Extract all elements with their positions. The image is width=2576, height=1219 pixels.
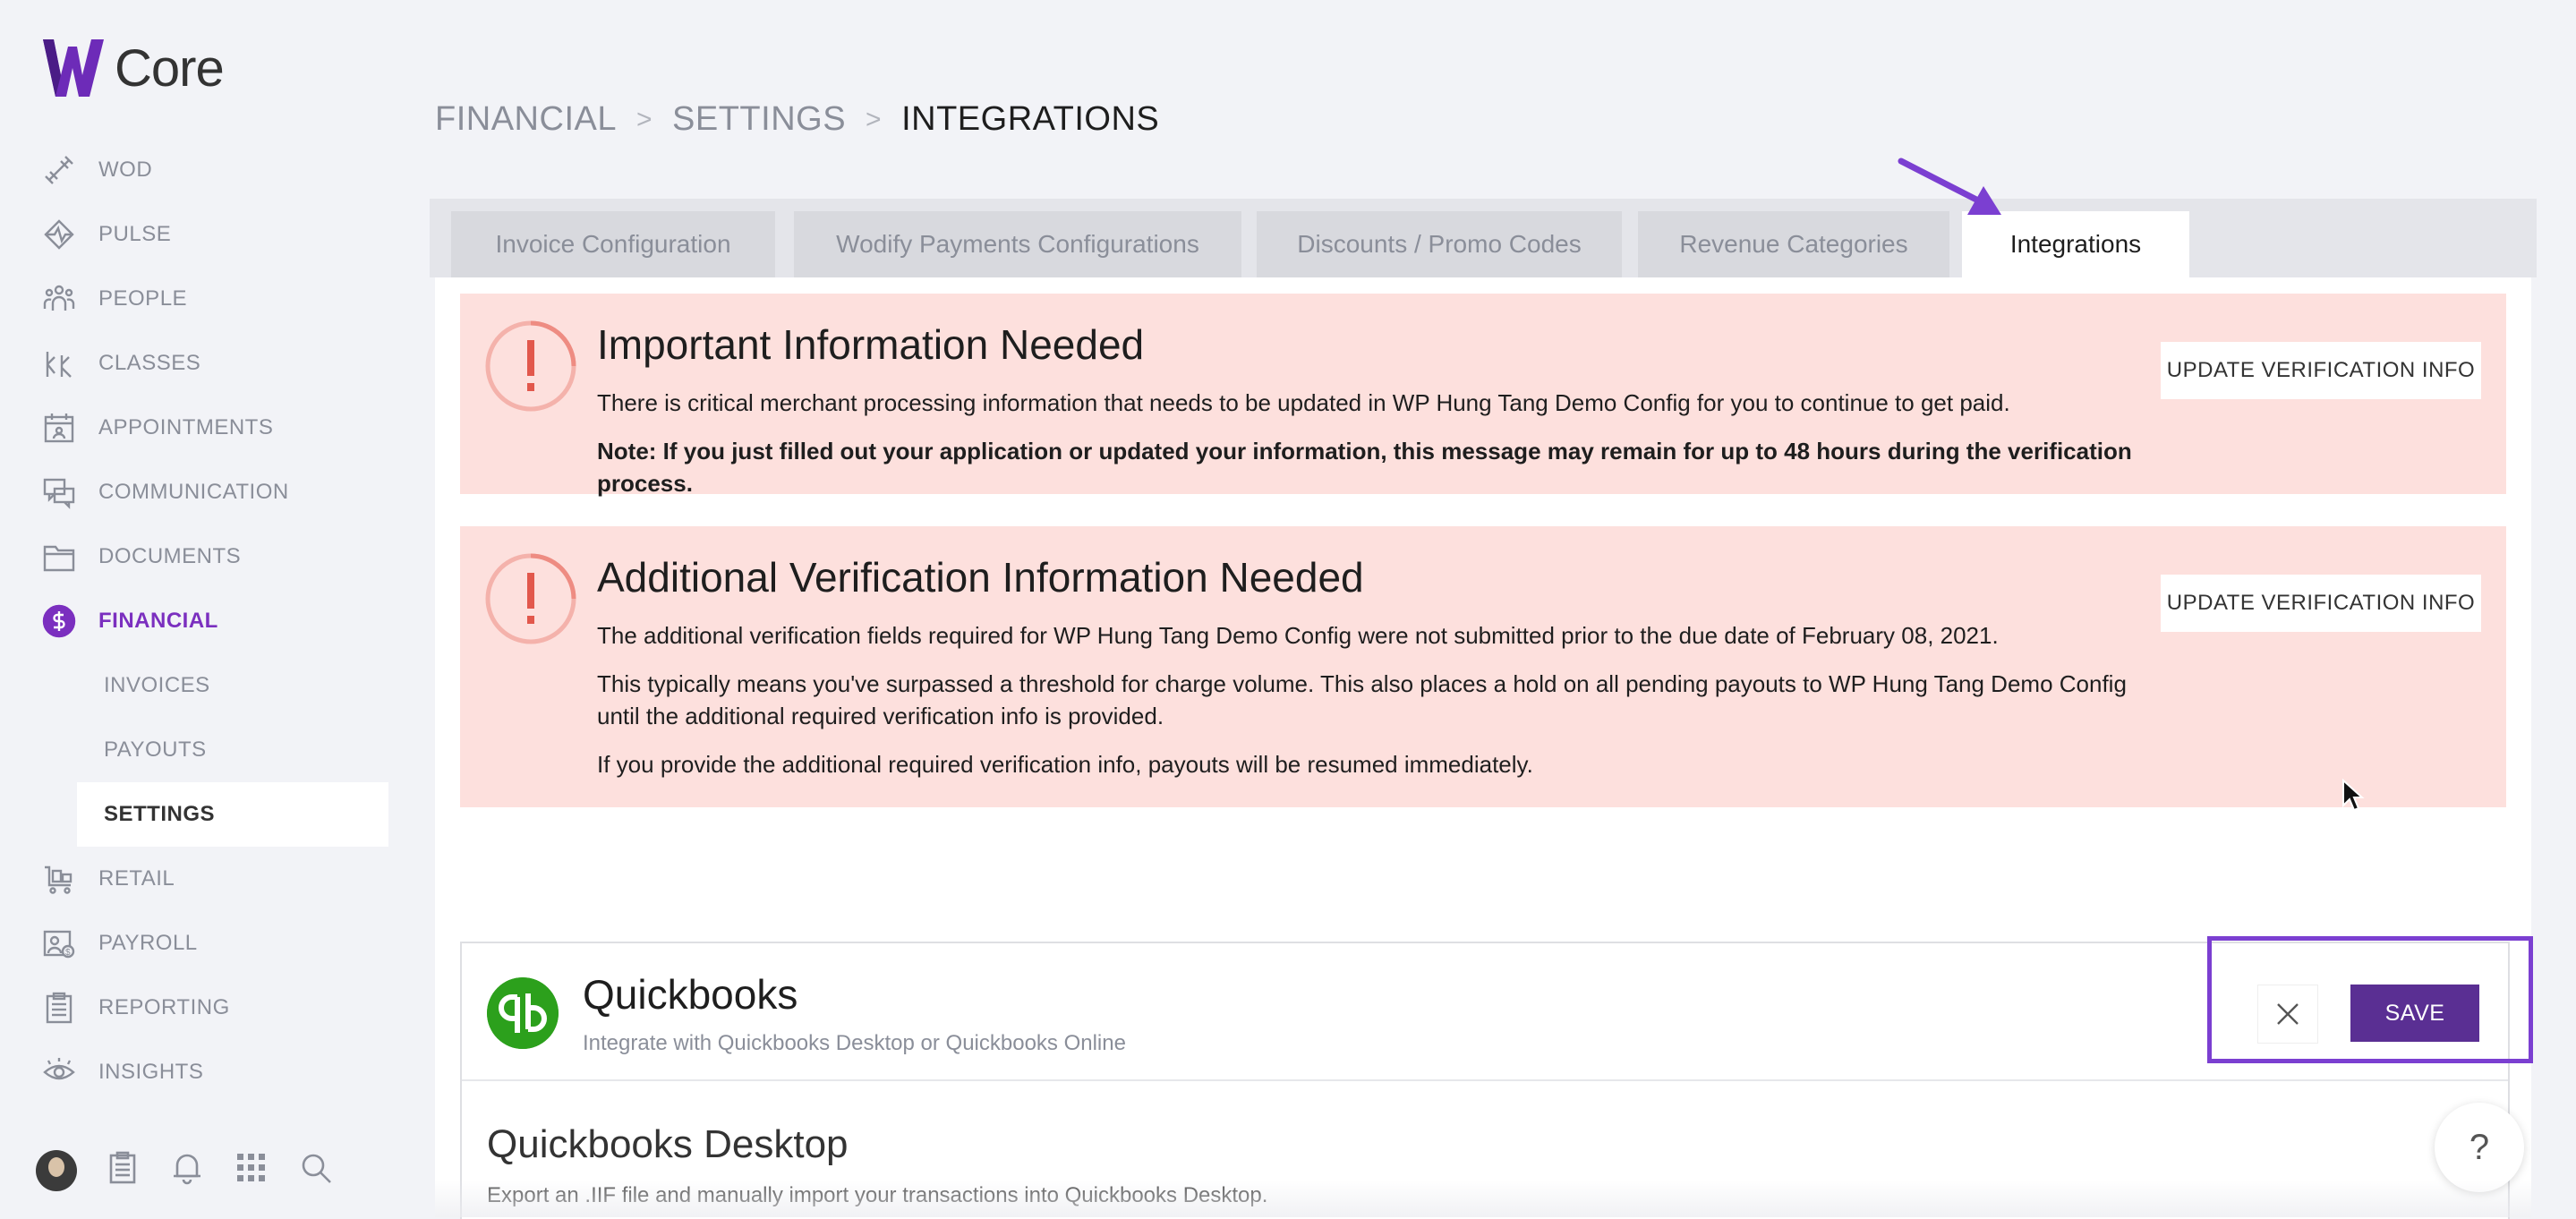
- sidebar-nav: WOD PULSE PEOPLE CLASSES APPOINTMENTS CO…: [0, 138, 421, 1104]
- alert-note: Note: If you just filled out your applic…: [597, 438, 2132, 497]
- svg-text:$: $: [65, 948, 71, 958]
- sidebar-item-label: RETAIL: [98, 866, 175, 891]
- quickbooks-title: Quickbooks: [583, 971, 798, 1018]
- annotation-arrow-icon: [1898, 158, 2001, 215]
- wodify-logo-icon: [43, 39, 104, 97]
- app-logo-text: Core: [115, 38, 225, 98]
- dumbbell-icon: [41, 152, 77, 188]
- breadcrumb-settings[interactable]: SETTINGS: [672, 100, 846, 139]
- clipboard-icon: [41, 990, 77, 1026]
- alert-title: Important Information Needed: [597, 321, 1145, 368]
- sidebar-item-insights[interactable]: INSIGHTS: [0, 1040, 421, 1104]
- search-icon[interactable]: [297, 1149, 335, 1191]
- sidebar-item-wod[interactable]: WOD: [0, 138, 421, 202]
- sidebar-item-label: REPORTING: [98, 995, 230, 1019]
- chat-icon: [41, 474, 77, 510]
- alert-exclamation-icon: [485, 320, 576, 412]
- quickbooks-header: Quickbooks Integrate with Quickbooks Des…: [462, 943, 2508, 1081]
- sidebar-item-label: INSIGHTS: [98, 1060, 204, 1084]
- classes-icon: [41, 345, 77, 381]
- breadcrumb-integrations: INTEGRATIONS: [901, 100, 1160, 138]
- sidebar-subitem-settings[interactable]: SETTINGS: [77, 782, 388, 847]
- chevron-right-icon: >: [866, 104, 883, 134]
- sidebar: Core WOD PULSE PEOPLE CLASSES APPOINTMEN…: [0, 0, 421, 1217]
- alert-text: There is critical merchant processing in…: [597, 389, 2010, 416]
- sidebar-item-label: DOCUMENTS: [98, 544, 242, 568]
- tab-discounts-promo-codes[interactable]: Discounts / Promo Codes: [1257, 211, 1622, 277]
- sidebar-item-pulse[interactable]: PULSE: [0, 202, 421, 267]
- sidebar-item-appointments[interactable]: APPOINTMENTS: [0, 396, 421, 460]
- alert-text-2: This typically means you've surpassed a …: [597, 670, 2127, 729]
- sidebar-item-label: APPOINTMENTS: [98, 415, 274, 439]
- sidebar-item-label: WOD: [98, 158, 153, 182]
- sidebar-item-reporting[interactable]: REPORTING: [0, 976, 421, 1040]
- update-verification-info-button[interactable]: UPDATE VERIFICATION INFO: [2161, 342, 2481, 399]
- sidebar-item-financial[interactable]: FINANCIAL: [0, 589, 421, 653]
- app-logo[interactable]: Core: [41, 32, 225, 104]
- tab-wodify-payments-configurations[interactable]: Wodify Payments Configurations: [794, 211, 1241, 277]
- sidebar-item-payroll[interactable]: $ PAYROLL: [0, 911, 421, 976]
- mouse-cursor-icon: [2342, 779, 2365, 812]
- alert-important-info: Important Information Needed There is cr…: [460, 294, 2506, 497]
- avatar[interactable]: [36, 1149, 77, 1191]
- sidebar-item-label: CLASSES: [98, 351, 201, 375]
- quickbooks-subtitle: Integrate with Quickbooks Desktop or Qui…: [583, 1031, 1126, 1055]
- dollar-icon: [41, 603, 77, 639]
- sidebar-item-documents[interactable]: DOCUMENTS: [0, 524, 421, 589]
- calendar-icon: [41, 410, 77, 446]
- grid-icon[interactable]: [233, 1149, 270, 1191]
- help-button[interactable]: ?: [2435, 1103, 2524, 1192]
- alert-additional-verification: Additional Verification Information Need…: [460, 526, 2506, 807]
- sidebar-item-label: PULSE: [98, 222, 172, 246]
- pulse-icon: [41, 217, 77, 252]
- sidebar-subitem-payouts[interactable]: PAYOUTS: [0, 718, 421, 782]
- update-verification-info-button[interactable]: UPDATE VERIFICATION INFO: [2161, 575, 2481, 632]
- alert-title: Additional Verification Information Need…: [597, 554, 1364, 601]
- alert-text-1: The additional verification fields requi…: [597, 622, 1999, 649]
- alert-exclamation-icon: [485, 553, 576, 644]
- breadcrumb: FINANCIAL > SETTINGS > INTEGRATIONS: [435, 100, 1159, 139]
- sidebar-item-label: PAYROLL: [98, 931, 198, 955]
- people-icon: [41, 281, 77, 317]
- quickbooks-logo-icon: [487, 977, 559, 1049]
- annotation-highlight-box: [2207, 936, 2533, 1063]
- eye-icon: [41, 1054, 77, 1090]
- quickbooks-desktop-title: Quickbooks Desktop: [487, 1122, 849, 1166]
- bell-icon[interactable]: [168, 1149, 206, 1191]
- clipboard-icon[interactable]: [104, 1149, 141, 1191]
- chevron-right-icon: >: [635, 104, 653, 134]
- tab-invoice-configuration[interactable]: Invoice Configuration: [451, 211, 775, 277]
- sidebar-item-label: COMMUNICATION: [98, 480, 289, 504]
- sidebar-item-retail[interactable]: RETAIL: [0, 847, 421, 911]
- cart-icon: [41, 861, 77, 897]
- quickbooks-card: Quickbooks Integrate with Quickbooks Des…: [460, 942, 2510, 1219]
- sidebar-item-label: FINANCIAL: [98, 609, 218, 633]
- sidebar-item-classes[interactable]: CLASSES: [0, 331, 421, 396]
- settings-tabs: Invoice Configuration Wodify Payments Co…: [430, 199, 2537, 277]
- folder-icon: [41, 539, 77, 575]
- quickbooks-desktop-text: Export an .IIF file and manually import …: [487, 1183, 1268, 1207]
- sidebar-footer: [36, 1149, 335, 1191]
- sidebar-subitem-invoices[interactable]: INVOICES: [0, 653, 421, 718]
- breadcrumb-financial[interactable]: FINANCIAL: [435, 100, 617, 139]
- sidebar-item-people[interactable]: PEOPLE: [0, 267, 421, 331]
- sidebar-item-label: PEOPLE: [98, 286, 188, 311]
- alert-text-3: If you provide the additional required v…: [597, 751, 1533, 778]
- sidebar-item-communication[interactable]: COMMUNICATION: [0, 460, 421, 524]
- payroll-icon: $: [41, 925, 77, 961]
